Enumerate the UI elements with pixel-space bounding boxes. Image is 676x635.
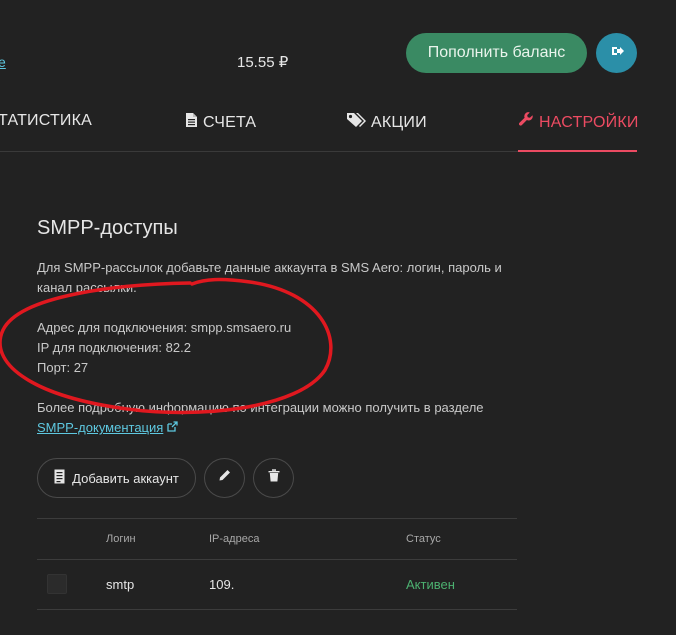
row-login: smtp bbox=[106, 577, 135, 592]
logout-icon bbox=[610, 44, 624, 63]
tab-statistics[interactable]: ТАТИСТИКА bbox=[0, 112, 92, 130]
smpp-docs-link-label: SMPP-документация bbox=[37, 420, 164, 435]
connection-ip: IP для подключения: 82.2 bbox=[37, 340, 191, 355]
tab-settings[interactable]: НАСТРОЙКИ bbox=[519, 112, 639, 133]
connection-port: Порт: 27 bbox=[37, 360, 89, 375]
row-ip: 109. bbox=[209, 577, 235, 592]
table-top-border bbox=[37, 518, 517, 519]
header-cut-link[interactable]: e bbox=[0, 54, 6, 70]
logout-button[interactable] bbox=[596, 33, 637, 73]
table-header-border bbox=[37, 559, 517, 560]
add-account-label: Добавить аккаунт bbox=[72, 470, 179, 486]
column-header-status: Статус bbox=[406, 533, 441, 545]
row-select-checkbox[interactable] bbox=[47, 574, 67, 594]
tab-promotions[interactable]: АКЦИИ bbox=[346, 112, 427, 133]
intro-line-1: Для SMPP-рассылок добавьте данные аккаун… bbox=[37, 260, 502, 275]
tab-promotions-label: АКЦИИ bbox=[371, 113, 427, 131]
nav-divider bbox=[0, 151, 518, 152]
intro-line-2: канал рассылки. bbox=[37, 280, 137, 295]
wrench-icon bbox=[519, 112, 534, 133]
edit-button[interactable] bbox=[204, 458, 245, 498]
trash-icon bbox=[268, 469, 280, 487]
more-info-text: Более подробную информацию по интеграции… bbox=[37, 398, 484, 438]
connection-address: Адрес для подключения: smpp.smsaero.ru bbox=[37, 320, 292, 335]
section-title: SMPP-доступы bbox=[37, 217, 178, 239]
more-info-line: Более подробную информацию по интеграции… bbox=[37, 400, 484, 415]
balance-value: 15.55 ₽ bbox=[237, 54, 289, 71]
column-header-login: Логин bbox=[106, 533, 136, 545]
row-status: Активен bbox=[406, 577, 455, 592]
intro-text: Для SMPP-рассылок добавьте данные аккаун… bbox=[37, 258, 502, 298]
table-row-border bbox=[37, 609, 517, 610]
topup-balance-button[interactable]: Пополнить баланс bbox=[406, 33, 587, 73]
tab-invoices[interactable]: СЧЕТА bbox=[185, 112, 256, 133]
external-link-icon bbox=[167, 418, 178, 438]
tab-invoices-label: СЧЕТА bbox=[203, 113, 257, 131]
column-header-ip: IP-адреса bbox=[209, 533, 260, 545]
tab-settings-label: НАСТРОЙКИ bbox=[539, 113, 639, 131]
tab-statistics-label: ТАТИСТИКА bbox=[0, 112, 93, 129]
active-tab-underline bbox=[518, 150, 637, 152]
connection-info: Адрес для подключения: smpp.smsaero.ru I… bbox=[37, 318, 291, 378]
topup-balance-label: Пополнить баланс bbox=[427, 44, 566, 61]
document-icon bbox=[54, 469, 65, 487]
pencil-icon bbox=[218, 469, 231, 487]
document-icon bbox=[185, 112, 198, 133]
smpp-docs-link[interactable]: SMPP-документация bbox=[37, 418, 178, 438]
delete-button[interactable] bbox=[253, 458, 294, 498]
tags-icon bbox=[346, 112, 366, 133]
add-account-button[interactable]: Добавить аккаунт bbox=[37, 458, 196, 498]
